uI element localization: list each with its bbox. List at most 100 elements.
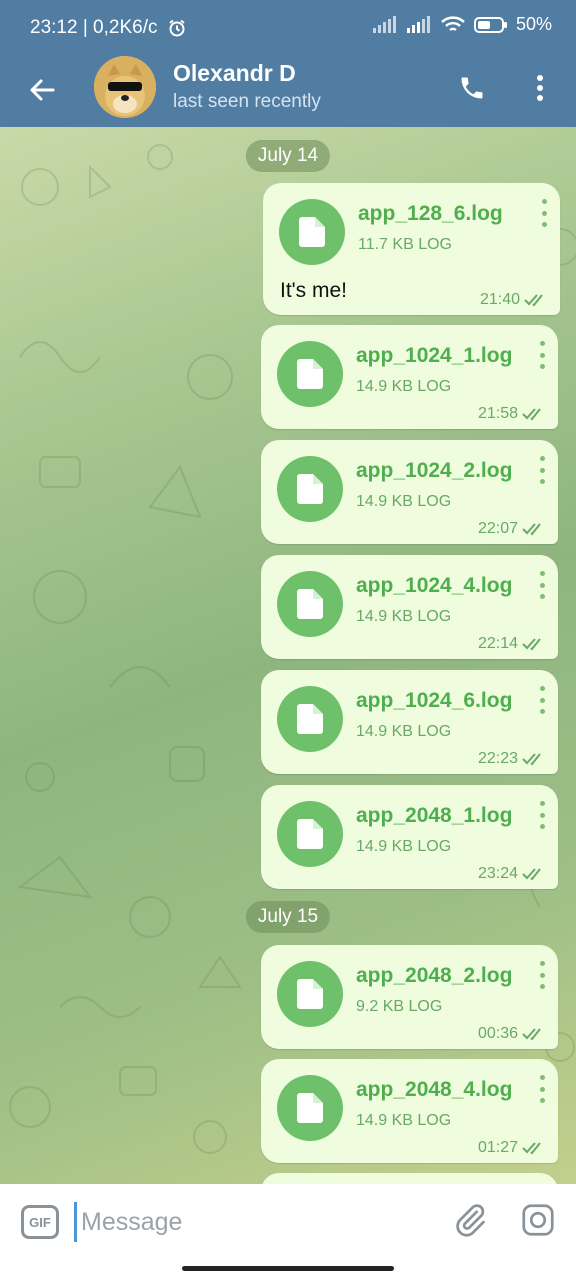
camera-button[interactable]: [520, 1202, 560, 1242]
file-name[interactable]: app_128_6.log: [358, 202, 503, 226]
file-name[interactable]: app_1024_6.log: [356, 689, 512, 713]
file-message[interactable]: app_128_6.log 11.7 KB LOG It's me! 21:40: [263, 183, 560, 315]
file-icon: [297, 589, 323, 619]
message-time: 01:27: [477, 1139, 518, 1156]
file-icon: [297, 1093, 323, 1123]
message-meta: 22:14: [478, 635, 546, 653]
gif-button[interactable]: GIF: [21, 1205, 59, 1239]
date-separator: July 14: [245, 140, 331, 172]
file-message[interactable]: app_2048_2.log 9.2 KB LOG 00:36: [261, 945, 558, 1049]
more-vertical-icon: [537, 75, 543, 101]
file-name[interactable]: app_1024_4.log: [356, 574, 512, 598]
attach-button[interactable]: [452, 1202, 492, 1242]
file-message[interactable]: app_1024_2.log 14.9 KB LOG 22:07: [261, 440, 558, 544]
message-options-button[interactable]: [538, 341, 546, 369]
message-input[interactable]: [74, 1202, 424, 1242]
chat-header: Olexandr D last seen recently: [0, 54, 576, 127]
file-icon: [297, 359, 323, 389]
message-caption: It's me!: [280, 279, 348, 302]
file-size: 14.9 KB LOG: [356, 723, 452, 740]
message-meta: 22:07: [478, 520, 546, 538]
file-message[interactable]: app_1024_1.log 14.9 KB LOG 21:58: [261, 325, 558, 429]
file-size: 14.9 KB LOG: [356, 493, 452, 510]
file-download-button[interactable]: [277, 961, 343, 1027]
status-time: 23:12 | 0,2K6/c: [30, 17, 158, 38]
file-name[interactable]: app_2048_1.log: [356, 804, 512, 828]
more-options-button[interactable]: [522, 68, 558, 108]
double-check-icon: [524, 294, 543, 307]
home-indicator: [182, 1266, 394, 1271]
message-time: 23:24: [477, 865, 518, 882]
double-check-icon: [522, 1028, 541, 1041]
file-message[interactable]: app_1024_6.log 14.9 KB LOG 22:23: [261, 670, 558, 774]
date-separator: July 15: [245, 901, 331, 933]
double-check-icon: [522, 753, 541, 766]
contact-name[interactable]: Olexandr D: [173, 60, 296, 87]
file-size: 14.9 KB LOG: [356, 378, 452, 395]
file-size: 14.9 KB LOG: [356, 838, 452, 855]
file-name[interactable]: app_1024_2.log: [356, 459, 512, 483]
file-size: 14.9 KB LOG: [356, 1112, 452, 1129]
file-message[interactable]: app_2048_4.log 14.9 KB LOG 01:27: [261, 1059, 558, 1163]
wifi-icon: [441, 15, 465, 31]
double-check-icon: [522, 408, 541, 421]
message-time: 21:40: [479, 291, 520, 308]
message-options-button[interactable]: [538, 1075, 546, 1103]
message-time: 21:58: [477, 405, 518, 422]
file-download-button[interactable]: [277, 456, 343, 522]
camera-icon: [522, 1204, 554, 1236]
double-check-icon: [522, 1142, 541, 1155]
file-icon: [297, 704, 323, 734]
file-size: 11.7 KB LOG: [358, 236, 452, 253]
file-icon: [297, 979, 323, 1009]
file-download-button[interactable]: [277, 801, 343, 867]
message-time: 22:23: [477, 750, 518, 767]
message-options-button[interactable]: [540, 199, 548, 227]
avatar[interactable]: [94, 56, 156, 118]
back-button[interactable]: [22, 70, 62, 110]
message-meta: 01:27: [478, 1139, 546, 1157]
alarm-icon: [169, 19, 185, 37]
message-options-button[interactable]: [538, 686, 546, 714]
battery-level: 50%: [515, 14, 552, 34]
file-name[interactable]: app_1024_1.log: [356, 344, 512, 368]
message-meta: 00:36: [478, 1025, 546, 1043]
call-button[interactable]: [452, 68, 492, 108]
file-message-partial[interactable]: [261, 1173, 558, 1184]
message-time: 22:07: [477, 520, 518, 537]
file-icon: [297, 819, 323, 849]
message-options-button[interactable]: [538, 456, 546, 484]
message-meta: 23:24: [478, 865, 546, 883]
file-download-button[interactable]: [277, 571, 343, 637]
status-bar: 23:12 | 0,2K6/c 50%: [0, 0, 576, 54]
file-name[interactable]: app_2048_2.log: [356, 964, 512, 988]
file-message[interactable]: app_1024_4.log 14.9 KB LOG 22:14: [261, 555, 558, 659]
chat-area[interactable]: July 14 app_128_6.log 11.7 KB LOG It's m…: [0, 127, 576, 1184]
file-download-button[interactable]: [277, 1075, 343, 1141]
message-options-button[interactable]: [538, 961, 546, 989]
file-size: 14.9 KB LOG: [356, 608, 452, 625]
double-check-icon: [522, 868, 541, 881]
battery-icon: [473, 16, 507, 33]
message-meta: 21:58: [478, 405, 546, 423]
file-download-button[interactable]: [277, 686, 343, 752]
message-options-button[interactable]: [538, 571, 546, 599]
arrow-left-icon: [30, 79, 55, 101]
message-options-button[interactable]: [538, 801, 546, 829]
signal-icon-2: [406, 15, 430, 33]
file-icon: [297, 474, 323, 504]
file-download-button[interactable]: [277, 341, 343, 407]
signal-icon: [372, 15, 396, 33]
double-check-icon: [522, 638, 541, 651]
paperclip-icon: [456, 1204, 485, 1237]
message-time: 22:14: [477, 635, 518, 652]
message-meta: 22:23: [478, 750, 546, 768]
message-time: 00:36: [477, 1025, 518, 1042]
phone-icon: [461, 77, 483, 99]
file-message[interactable]: app_2048_1.log 14.9 KB LOG 23:24: [261, 785, 558, 889]
double-check-icon: [522, 523, 541, 536]
file-name[interactable]: app_2048_4.log: [356, 1078, 512, 1102]
contact-status: last seen recently: [173, 91, 321, 112]
file-download-button[interactable]: [279, 199, 345, 265]
file-icon: [299, 217, 325, 247]
